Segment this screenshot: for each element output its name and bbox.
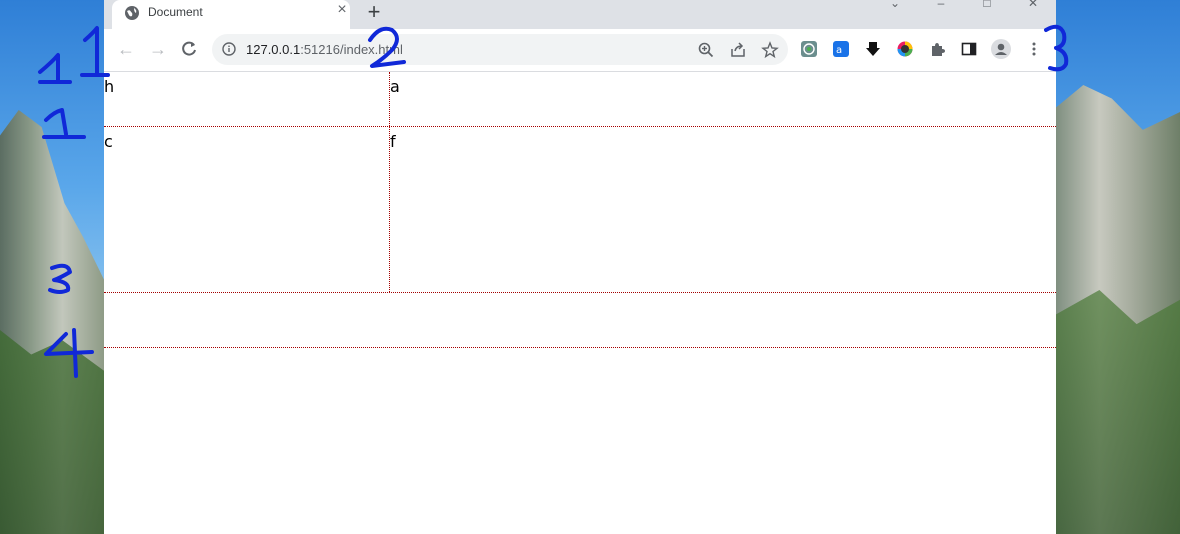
- back-arrow-icon[interactable]: ←: [116, 39, 136, 59]
- site-info-icon[interactable]: [222, 42, 236, 56]
- browser-toolbar: ← → 127.0.0.1:51216/index.html a: [104, 29, 1056, 72]
- address-bar[interactable]: 127.0.0.1:51216/index.html: [212, 34, 788, 65]
- reload-icon[interactable]: [180, 40, 198, 58]
- svg-text:a: a: [836, 45, 842, 56]
- new-tab-button[interactable]: +: [363, 1, 385, 24]
- download-extension-icon[interactable]: [865, 41, 881, 57]
- grid-cell-c: c: [104, 132, 113, 151]
- globe-icon: [125, 6, 139, 20]
- desktop-wallpaper-left-trees: [0, 330, 104, 534]
- annotation-1-row2: [42, 108, 86, 139]
- translate-extension-icon[interactable]: a: [833, 41, 849, 57]
- tab-title: Document: [148, 5, 203, 19]
- extensions-puzzle-icon[interactable]: [929, 41, 945, 57]
- annotation-1a: [38, 53, 72, 84]
- extension-globe-icon[interactable]: [801, 41, 817, 57]
- grid-column-divider: [389, 72, 390, 292]
- zoom-icon[interactable]: [697, 41, 715, 59]
- profile-avatar-icon[interactable]: [991, 39, 1011, 59]
- maximize-icon[interactable]: □: [964, 0, 1010, 12]
- grid-cell-h: h: [104, 77, 115, 96]
- share-icon[interactable]: [729, 41, 747, 59]
- grid-row-divider-1: [104, 126, 1056, 127]
- tab-strip: Document × + ⌄ – □ ✕: [104, 0, 1056, 29]
- tab-search-icon[interactable]: ⌄: [872, 0, 918, 12]
- page-viewport: h a c f: [104, 72, 1056, 534]
- bookmark-star-icon[interactable]: [761, 41, 779, 59]
- desktop-wallpaper-right-trees: [1056, 290, 1180, 534]
- close-tab-icon[interactable]: ×: [336, 2, 348, 18]
- url-text[interactable]: 127.0.0.1:51216/index.html: [246, 42, 403, 57]
- side-panel-icon[interactable]: [961, 41, 977, 57]
- forward-arrow-icon[interactable]: →: [148, 39, 168, 59]
- browser-window: Document × + ⌄ – □ ✕ ← → 127.0.0.1:51216…: [104, 0, 1056, 534]
- close-window-icon[interactable]: ✕: [1010, 0, 1056, 12]
- grid-cell-a: a: [390, 77, 400, 96]
- minimize-icon[interactable]: –: [918, 0, 964, 12]
- grid-row-divider-3: [104, 347, 1056, 348]
- grid-cell-f: f: [390, 132, 396, 151]
- tab-document[interactable]: Document ×: [112, 0, 350, 29]
- grid-row-divider-2: [104, 292, 1056, 293]
- more-menu-icon[interactable]: [1026, 41, 1042, 57]
- color-picker-extension-icon[interactable]: [897, 41, 913, 57]
